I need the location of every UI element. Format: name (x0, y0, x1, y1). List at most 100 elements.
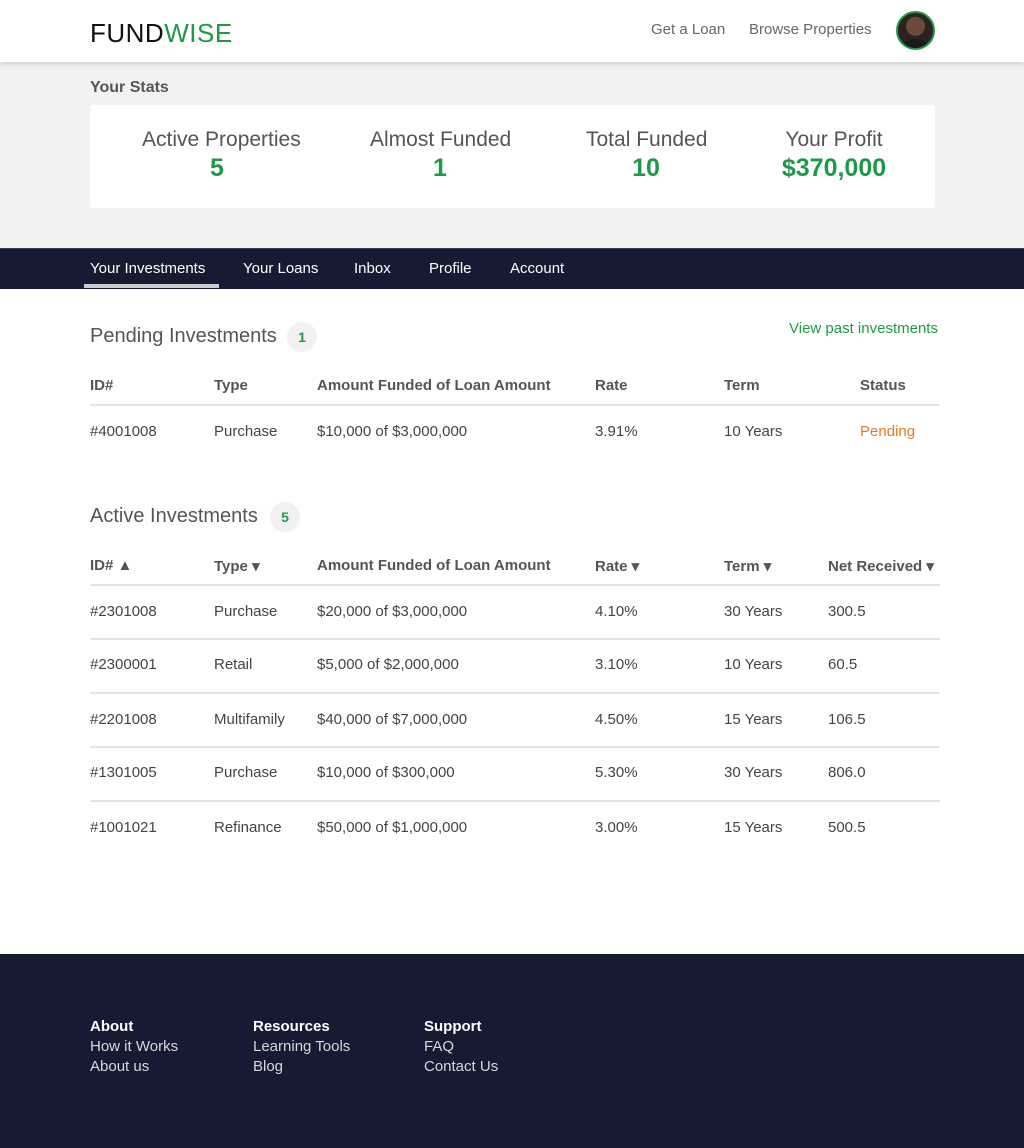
stat-value: 5 (210, 154, 224, 182)
cell-amount: $10,000 of $3,000,000 (317, 423, 468, 440)
sort-header-type[interactable]: Type ▾ (214, 557, 260, 575)
cell-rate: 3.91% (595, 423, 638, 440)
site-footer: About How it Works About us Resources Le… (0, 954, 1024, 1148)
user-avatar[interactable] (896, 11, 935, 50)
cell-term: 15 Years (724, 819, 783, 836)
sort-header-id[interactable]: ID# ▲ (90, 557, 132, 574)
stats-title: Your Stats (90, 79, 169, 96)
column-header-amount: Amount Funded of Loan Amount (317, 557, 551, 574)
sort-header-term[interactable]: Term ▾ (724, 557, 771, 575)
sort-header-rate[interactable]: Rate ▾ (595, 557, 639, 575)
footer-column-resources: Resources Learning Tools Blog (253, 1017, 350, 1077)
tab-account[interactable]: Account (510, 260, 564, 277)
cell-amount: $10,000 of $300,000 (317, 764, 455, 781)
active-investments-title: Active Investments (90, 505, 258, 527)
tab-your-investments[interactable]: Your Investments (90, 260, 205, 277)
cell-type: Multifamily (214, 711, 285, 728)
cell-id: #2300001 (90, 656, 157, 673)
row-divider (90, 638, 940, 640)
header-divider (90, 404, 940, 406)
cell-amount: $40,000 of $7,000,000 (317, 711, 468, 728)
cell-rate: 3.10% (595, 656, 638, 673)
nav-get-a-loan[interactable]: Get a Loan (651, 21, 725, 38)
cell-amount: $50,000 of $1,000,000 (317, 819, 468, 836)
footer-heading: Support (424, 1018, 482, 1035)
row-divider (90, 746, 940, 748)
cell-type: Refinance (214, 819, 282, 836)
row-divider (90, 800, 940, 802)
column-header-term: Term (724, 377, 760, 394)
cell-term: 30 Years (724, 603, 783, 620)
stat-label: Total Funded (586, 128, 708, 151)
cell-rate: 4.10% (595, 603, 638, 620)
cell-term: 10 Years (724, 656, 783, 673)
active-count-badge: 5 (270, 502, 300, 532)
cell-net-received: 300.5 (828, 603, 866, 620)
footer-link-learning-tools[interactable]: Learning Tools (253, 1037, 350, 1057)
footer-heading: About (90, 1018, 134, 1035)
footer-link-blog[interactable]: Blog (253, 1057, 350, 1077)
cell-rate: 4.50% (595, 711, 638, 728)
stat-active-properties: Active Properties 5 (142, 127, 301, 183)
cell-amount: $5,000 of $2,000,000 (317, 656, 459, 673)
column-header-rate: Rate (595, 377, 628, 394)
logo-fund: FUND (90, 18, 165, 48)
footer-link-contact-us[interactable]: Contact Us (424, 1057, 498, 1077)
logo-wise: WISE (164, 18, 233, 48)
stat-value: $370,000 (781, 154, 887, 182)
column-header-type: Type (214, 377, 248, 394)
cell-id: #2301008 (90, 603, 157, 620)
footer-column-support: Support FAQ Contact Us (424, 1017, 498, 1077)
cell-term: 30 Years (724, 764, 783, 781)
tab-inbox[interactable]: Inbox (354, 260, 391, 277)
cell-term: 15 Years (724, 711, 783, 728)
pending-investments-title: Pending Investments (90, 325, 277, 347)
fundwise-logo[interactable]: FUNDWISE (90, 19, 233, 47)
cell-type: Retail (214, 656, 253, 673)
cell-net-received: 60.5 (828, 656, 858, 673)
stat-almost-funded: Almost Funded 1 (370, 127, 512, 183)
status-badge: Pending (860, 423, 916, 440)
cell-id: #2201008 (90, 711, 157, 728)
sort-header-net-received[interactable]: Net Received ▾ (828, 557, 934, 575)
active-tab-indicator (84, 284, 219, 288)
cell-type: Purchase (214, 603, 278, 620)
top-navbar: FUNDWISE Get a Loan Browse Properties (0, 0, 1024, 62)
cell-net-received: 500.5 (828, 819, 866, 836)
cell-type: Purchase (214, 423, 278, 440)
stat-label: Almost Funded (370, 128, 512, 151)
cell-id: #1001021 (90, 819, 157, 836)
pending-count-badge: 1 (287, 322, 317, 352)
column-header-id: ID# (90, 377, 114, 394)
cell-id: #4001008 (90, 423, 157, 440)
footer-column-about: About How it Works About us (90, 1017, 178, 1077)
stat-label: Your Profit (785, 128, 883, 151)
stat-your-profit: Your Profit $370,000 (774, 127, 894, 183)
cell-term: 10 Years (724, 423, 783, 440)
row-divider (90, 692, 940, 694)
tab-profile[interactable]: Profile (429, 260, 472, 277)
cell-net-received: 806.0 (828, 764, 866, 781)
stat-total-funded: Total Funded 10 (586, 127, 708, 183)
stats-card: Active Properties 5 Almost Funded 1 Tota… (90, 105, 935, 208)
avatar-silhouette (902, 39, 929, 48)
stat-value: 1 (433, 154, 447, 182)
cell-id: #1301005 (90, 764, 157, 781)
footer-link-about-us[interactable]: About us (90, 1057, 178, 1077)
cell-rate: 5.30% (595, 764, 638, 781)
tab-your-loans[interactable]: Your Loans (243, 260, 318, 277)
cell-net-received: 106.5 (828, 711, 866, 728)
footer-link-faq[interactable]: FAQ (424, 1037, 498, 1057)
dashboard-tabs: Your Investments Your Loans Inbox Profil… (0, 248, 1024, 289)
column-header-status: Status (860, 377, 906, 394)
cell-type: Purchase (214, 764, 278, 781)
footer-heading: Resources (253, 1018, 330, 1035)
cell-rate: 3.00% (595, 819, 638, 836)
stat-value: 10 (632, 154, 660, 182)
nav-browse-properties[interactable]: Browse Properties (749, 21, 872, 38)
view-past-investments-link[interactable]: View past investments (789, 320, 938, 337)
header-divider (90, 584, 940, 586)
column-header-amount: Amount Funded of Loan Amount (317, 377, 551, 394)
cell-amount: $20,000 of $3,000,000 (317, 603, 468, 620)
footer-link-how-it-works[interactable]: How it Works (90, 1037, 178, 1057)
